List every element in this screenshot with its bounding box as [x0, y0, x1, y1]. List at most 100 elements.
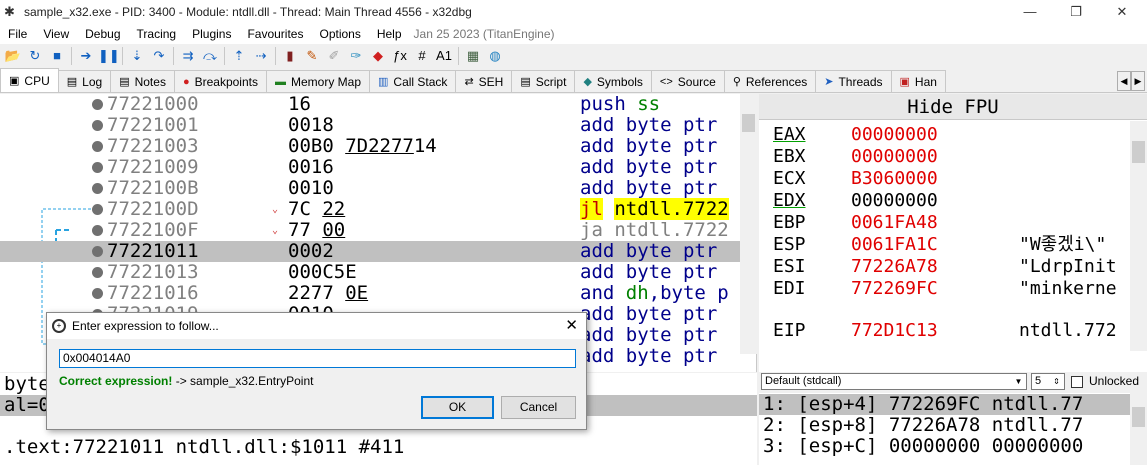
tab-references[interactable]: ⚲ References	[723, 70, 817, 92]
call-arguments-view[interactable]: 1: [esp+4] 772269FC ntdll.77 2: [esp+8] 7…	[759, 393, 1147, 465]
menu-plugins[interactable]: Plugins	[184, 27, 239, 41]
register-row-eip[interactable]: EIP 772D1C13 ntdll.772	[759, 320, 1147, 342]
disassembly-row[interactable]: 77221001 0018 add byte ptr	[0, 115, 756, 136]
restore-button[interactable]: ❐	[1053, 0, 1099, 24]
register-row-edx[interactable]: EDX 00000000	[759, 190, 1147, 212]
register-value[interactable]: B3060000	[851, 168, 938, 190]
run-to-user-code-icon[interactable]: ⇢	[251, 46, 271, 66]
argument-count-spinbox[interactable]: 5 ⇕	[1031, 373, 1065, 390]
breakpoint-dot-icon[interactable]	[92, 267, 103, 278]
register-row-esp[interactable]: ESP 0061FA1C "W좋겠i\"	[759, 234, 1147, 256]
disassembly-row[interactable]: 77221013 000C5E add byte ptr	[0, 262, 756, 283]
hash-icon[interactable]: #	[412, 46, 432, 66]
stack-row[interactable]: 3: [esp+C] 00000000 00000000	[759, 436, 1147, 457]
stack-scroll-thumb[interactable]	[1132, 407, 1145, 427]
disassembly-row[interactable]: 77221011 0002 add byte ptr	[0, 241, 756, 262]
calculator-icon[interactable]: ▦	[463, 46, 483, 66]
tab-call-stack[interactable]: ▥ Call Stack	[369, 70, 457, 92]
menu-debug[interactable]: Debug	[77, 27, 128, 41]
tab-cpu[interactable]: ▣ CPU	[0, 68, 59, 92]
hide-fpu-button[interactable]: Hide FPU	[759, 94, 1147, 120]
register-row-ebx[interactable]: EBX 00000000	[759, 146, 1147, 168]
breakpoint-dot-icon[interactable]	[92, 246, 103, 257]
tab-scroll-right-button[interactable]: ▶	[1131, 71, 1145, 91]
tab-seh[interactable]: ⇄ SEH	[455, 70, 513, 92]
tab-handles[interactable]: ▣ Han	[890, 70, 946, 92]
disassembly-row[interactable]: 7722100B 0010 add byte ptr	[0, 178, 756, 199]
bookmark-icon[interactable]: ◆	[368, 46, 388, 66]
breakpoint-dot-icon[interactable]	[92, 225, 103, 236]
restart-icon[interactable]: ↻	[25, 46, 45, 66]
disassembly-scroll-thumb[interactable]	[742, 114, 755, 132]
breakpoint-dot-icon[interactable]	[92, 162, 103, 173]
disassembly-scrollbar[interactable]	[740, 94, 757, 354]
step-over-icon[interactable]: ↷	[149, 46, 169, 66]
menu-tracing[interactable]: Tracing	[129, 27, 185, 41]
stack-row[interactable]: 1: [esp+4] 772269FC ntdll.77	[759, 394, 1147, 415]
registers-scrollbar[interactable]	[1130, 121, 1147, 351]
register-value[interactable]: 0061FA1C	[851, 234, 938, 256]
ok-button[interactable]: OK	[421, 396, 494, 419]
disassembly-row[interactable]: 77221009 0016 add byte ptr	[0, 157, 756, 178]
breakpoint-dot-icon[interactable]	[92, 120, 103, 131]
disassembly-row[interactable]: 77221003 00B0 7D227714 add byte ptr	[0, 136, 756, 157]
register-row-ecx[interactable]: ECX B3060000	[759, 168, 1147, 190]
registers-scroll-thumb[interactable]	[1132, 141, 1145, 163]
breakpoint-dot-icon[interactable]	[92, 99, 103, 110]
dialog-close-button[interactable]: ✕	[565, 316, 578, 334]
register-value[interactable]: 00000000	[851, 124, 938, 146]
expression-input[interactable]: 0x004014A0	[59, 349, 576, 368]
tab-scroll-left-button[interactable]: ◀	[1117, 71, 1131, 91]
menu-view[interactable]: View	[35, 27, 77, 41]
tab-source[interactable]: <> Source	[650, 70, 725, 92]
label-icon[interactable]: ✑	[346, 46, 366, 66]
breakpoint-dot-icon[interactable]	[92, 183, 103, 194]
tab-script[interactable]: ▤ Script	[511, 70, 576, 92]
tab-log[interactable]: ▤ Log	[57, 70, 112, 92]
stop-icon[interactable]: ■	[47, 46, 67, 66]
close-button[interactable]: ✕	[1099, 0, 1145, 24]
register-row-esi[interactable]: ESI 77226A78 "LdrpInit	[759, 256, 1147, 278]
tab-symbols[interactable]: ◆ Symbols	[574, 70, 652, 92]
execute-till-return-icon[interactable]: ⇡	[229, 46, 249, 66]
patch-icon[interactable]: ✎	[302, 46, 322, 66]
tab-breakpoints[interactable]: ● Breakpoints	[173, 70, 267, 92]
menu-file[interactable]: File	[0, 27, 35, 41]
disassembly-row[interactable]: 7722100F ⌄ 77 00 ja ntdll.7722	[0, 220, 756, 241]
menu-favourites[interactable]: Favourites	[239, 27, 311, 41]
cancel-button[interactable]: Cancel	[501, 396, 576, 419]
strings-icon[interactable]: A1	[434, 46, 454, 66]
tab-memory-map[interactable]: ▬ Memory Map	[265, 70, 370, 92]
register-row-edi[interactable]: EDI 772269FC "minkerne	[759, 278, 1147, 300]
breakpoint-dot-icon[interactable]	[92, 204, 103, 215]
run-icon[interactable]: ➔	[76, 46, 96, 66]
breakpoint-dot-icon[interactable]	[92, 141, 103, 152]
register-row-ebp[interactable]: EBP 0061FA48	[759, 212, 1147, 234]
pause-icon[interactable]: ❚❚	[98, 46, 120, 66]
stack-row[interactable]: 2: [esp+8] 77226A78 ntdll.77	[759, 415, 1147, 436]
disassembly-row[interactable]: 77221016 2277 0E and dh,byte p	[0, 283, 756, 304]
stack-scrollbar[interactable]	[1130, 393, 1147, 465]
register-row-eax[interactable]: EAX 00000000	[759, 124, 1147, 146]
register-value[interactable]: 00000000	[851, 190, 938, 212]
menu-help[interactable]: Help	[369, 27, 410, 41]
trace-over-icon[interactable]: ⤼	[200, 46, 220, 66]
open-icon[interactable]: 📂	[3, 46, 23, 66]
register-value[interactable]: 0061FA48	[851, 212, 938, 234]
unlocked-checkbox[interactable]	[1071, 376, 1083, 388]
menu-options[interactable]: Options	[311, 27, 368, 41]
step-into-icon[interactable]: ⇣	[127, 46, 147, 66]
tab-threads[interactable]: ➤ Threads	[815, 70, 892, 92]
register-value[interactable]: 77226A78	[851, 256, 938, 278]
scylla-icon[interactable]: ▮	[280, 46, 300, 66]
register-value[interactable]: 772D1C13	[851, 320, 938, 342]
trace-into-icon[interactable]: ⇉	[178, 46, 198, 66]
disassembly-row[interactable]: 7722100D ⌄ 7C 22 jl ntdll.7722	[0, 198, 756, 220]
minimize-button[interactable]: —	[1007, 0, 1053, 24]
breakpoint-dot-icon[interactable]	[92, 288, 103, 299]
calling-convention-select[interactable]: Default (stdcall) ▼	[761, 373, 1027, 390]
register-value[interactable]: 772269FC	[851, 278, 938, 300]
function-icon[interactable]: ƒx	[390, 46, 410, 66]
globe-icon[interactable]: ◍	[485, 46, 505, 66]
tab-notes[interactable]: ▤ Notes	[110, 70, 175, 92]
